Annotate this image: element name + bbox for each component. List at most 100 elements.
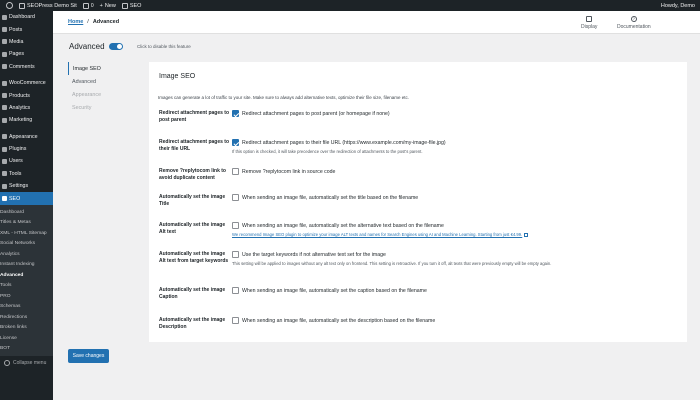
sidebar-item-dashboard[interactable]: Dashboard [0, 11, 53, 23]
sidebar-item-analytics[interactable]: Analytics [0, 102, 53, 114]
save-changes-button[interactable]: Save changes [68, 349, 109, 363]
checkbox-option[interactable]: When sending an image file, automaticall… [232, 287, 679, 294]
seo-adminbar-link[interactable]: SEO [121, 2, 141, 9]
checkbox-option[interactable]: Redirect attachment pages to post parent… [232, 110, 679, 117]
checkbox-label: When sending an image file, automaticall… [242, 287, 427, 294]
seo-submenu: Dashboard Titles & Metas XML - HTML Sitema… [0, 204, 53, 356]
toggle-label: Click to disable this feature [137, 43, 191, 49]
tab-appearance[interactable]: Appearance [68, 88, 148, 101]
sidebar-item-woocommerce[interactable]: WooCommerce [0, 77, 53, 89]
submenu-item-xml-html-sitemap[interactable]: XML - HTML Sitemap [0, 228, 53, 239]
tab-advanced[interactable]: Advanced [68, 75, 148, 88]
checkbox-checked[interactable] [232, 110, 239, 117]
comments-link[interactable]: 0 [82, 2, 94, 9]
chart-icon [2, 105, 7, 111]
tab-image-seo[interactable]: Image SEO [68, 62, 148, 75]
sidebar-item-settings[interactable]: Settings [0, 180, 53, 192]
setting-field: Redirect attachment pages to their file … [232, 139, 679, 154]
checkbox[interactable] [232, 194, 239, 201]
checkbox[interactable] [232, 287, 239, 294]
setting-description: This setting will be applied to images w… [232, 261, 552, 266]
checkbox-label: When sending an image file, automaticall… [242, 194, 419, 201]
sidebar-item-products[interactable]: Products [0, 89, 53, 101]
checkbox-option[interactable]: Use the target keywords if not alternati… [232, 251, 679, 258]
external-link-icon [524, 232, 529, 237]
user-icon [2, 158, 7, 164]
sidebar-item-posts[interactable]: Posts [0, 23, 53, 35]
sidebar-item-marketing[interactable]: Marketing [0, 114, 53, 126]
collapse-label: Collapse menu [13, 359, 47, 366]
checkbox-label: Remove ?replytocom link in source code [242, 168, 336, 175]
checkbox[interactable] [232, 168, 239, 175]
comments-count: 0 [90, 2, 94, 9]
feature-toggle[interactable] [109, 43, 123, 50]
wrench-icon [2, 171, 7, 177]
submenu-item-license[interactable]: License [0, 333, 53, 344]
submenu-item-advanced[interactable]: Advanced [0, 270, 53, 281]
product-icon [2, 93, 7, 99]
display-label: Display [581, 24, 598, 30]
new-content-link[interactable]: + New [100, 3, 116, 9]
sidebar-item-label: Analytics [9, 104, 31, 111]
recommendation-link[interactable]: We recommend Image SEO plugin to optimiz… [232, 232, 679, 237]
sidebar-item-comments[interactable]: Comments [0, 61, 53, 73]
plus-icon: + [99, 2, 103, 9]
submenu-item-tools[interactable]: Tools [0, 280, 53, 291]
checkbox-option[interactable]: Redirect attachment pages to their file … [232, 139, 679, 146]
checkbox-label: When sending an image file, automaticall… [242, 222, 444, 229]
submenu-item-instant-indexing[interactable]: Instant Indexing [0, 259, 53, 270]
sidebar-item-label: SEO [9, 195, 21, 202]
megaphone-icon [2, 117, 7, 123]
submenu-item-broken-links[interactable]: Broken links [0, 322, 53, 333]
breadcrumb-home[interactable]: Home [68, 19, 83, 25]
user-greeting[interactable]: Howdy, Demo [661, 3, 695, 9]
submenu-item-bot[interactable]: BOT [0, 343, 53, 354]
settings-icon [2, 183, 7, 189]
comment-icon [2, 64, 7, 70]
checkbox[interactable] [232, 251, 239, 258]
sidebar-item-plugins[interactable]: Plugins [0, 143, 53, 155]
setting-field: When sending an image file, automaticall… [232, 194, 679, 201]
setting-label: Redirect attachment pages to post parent [159, 110, 230, 123]
checkbox-option[interactable]: When sending an image file, automaticall… [232, 194, 679, 201]
section-title: Image SEO [159, 73, 196, 80]
submenu-item-pro[interactable]: PRO [0, 291, 53, 302]
submenu-item-schemas[interactable]: Schemas [0, 301, 53, 312]
submenu-item-analytics[interactable]: Analytics [0, 249, 53, 260]
sidebar-item-tools[interactable]: Tools [0, 168, 53, 180]
sidebar-item-label: Comments [9, 63, 35, 70]
setting-description: If this option is checked, it will take … [232, 149, 423, 154]
submenu-item-titles-metas[interactable]: Titles & Metas [0, 217, 53, 228]
seo-icon [121, 2, 128, 9]
sidebar-item-media[interactable]: Media [0, 36, 53, 48]
submenu-item-dashboard[interactable]: Dashboard [0, 207, 53, 218]
sidebar-item-label: Products [9, 92, 30, 99]
submenu-item-social-networks[interactable]: Social Networks [0, 238, 53, 249]
checkbox-checked[interactable] [232, 139, 239, 146]
documentation-button[interactable]: ? Documentation [617, 16, 651, 30]
pin-icon [2, 27, 7, 33]
checkbox-option[interactable]: When sending an image file, automaticall… [232, 317, 679, 324]
sidebar-item-pages[interactable]: Pages [0, 48, 53, 60]
page-header: Home / Advanced Display ? Documentation [53, 11, 700, 34]
sidebar-item-label: Users [9, 158, 23, 165]
collapse-menu[interactable]: Collapse menu [0, 356, 53, 370]
sidebar-item-seo[interactable]: SEO [0, 192, 53, 205]
display-button[interactable]: Display [581, 16, 597, 30]
recommendation-link-text: We recommend Image SEO plugin to optimiz… [232, 232, 523, 237]
collapse-icon [4, 359, 10, 366]
checkbox[interactable] [232, 317, 239, 324]
tab-security[interactable]: Security [68, 101, 148, 114]
documentation-label: Documentation [617, 24, 651, 30]
submenu-item-redirections[interactable]: Redirections [0, 312, 53, 323]
site-name-link[interactable]: SEOPress Demo Sit [19, 2, 77, 9]
sidebar-item-label: Tools [9, 170, 22, 177]
checkbox-option[interactable]: When sending an image file, automaticall… [232, 222, 679, 229]
sidebar-item-users[interactable]: Users [0, 155, 53, 167]
home-icon [19, 2, 25, 9]
wordpress-logo[interactable] [6, 2, 13, 9]
checkbox-option[interactable]: Remove ?replytocom link in source code [232, 168, 679, 175]
setting-label: Automatically set the image Title [159, 194, 226, 207]
sidebar-item-appearance[interactable]: Appearance [0, 131, 53, 143]
checkbox[interactable] [232, 222, 239, 229]
